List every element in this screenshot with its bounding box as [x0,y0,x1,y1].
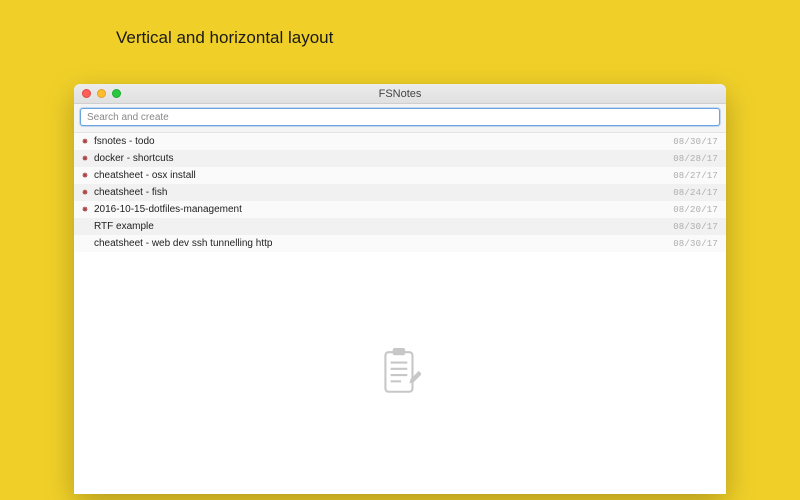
close-icon[interactable] [82,89,91,98]
zoom-icon[interactable] [112,89,121,98]
search-input[interactable]: Search and create [80,108,720,126]
app-window: FSNotes Search and create ✸ fsnotes - tod… [74,84,726,494]
list-item[interactable]: ✸ docker - shortcuts08/28/17 [74,150,726,167]
minimize-icon[interactable] [97,89,106,98]
pin-icon: ✸ [80,172,90,180]
note-title: cheatsheet - osx install [94,170,673,181]
titlebar[interactable]: FSNotes [74,84,726,104]
note-content-empty [74,252,726,494]
note-date: 08/24/17 [673,188,718,198]
note-title: cheatsheet - web dev ssh tunnelling http [94,238,673,249]
note-date: 08/30/17 [673,137,718,147]
window-title: FSNotes [379,88,422,100]
traffic-lights [82,89,121,98]
list-item[interactable]: ✸ fsnotes - todo08/30/17 [74,133,726,150]
note-date: 08/30/17 [673,239,718,249]
note-title: RTF example [94,221,673,232]
note-date: 08/27/17 [673,171,718,181]
note-title: docker - shortcuts [94,153,673,164]
note-date: 08/30/17 [673,222,718,232]
search-bar-container: Search and create [74,104,726,133]
page-heading: Vertical and horizontal layout [116,28,333,48]
note-date: 08/20/17 [673,205,718,215]
note-date: 08/28/17 [673,154,718,164]
pin-icon: ✸ [80,155,90,163]
note-title: fsnotes - todo [94,136,673,147]
pin-icon: ✸ [80,189,90,197]
list-item[interactable]: cheatsheet - web dev ssh tunnelling http… [74,235,726,252]
note-title: cheatsheet - fish [94,187,673,198]
clipboard-icon [379,348,421,398]
note-title: 2016-10-15-dotfiles-management [94,204,673,215]
list-item[interactable]: ✸ cheatsheet - osx install08/27/17 [74,167,726,184]
pin-icon: ✸ [80,206,90,214]
pin-icon: ✸ [80,138,90,146]
list-item[interactable]: RTF example08/30/17 [74,218,726,235]
note-list: ✸fsnotes - todo08/30/17✸docker - shortcu… [74,133,726,252]
list-item[interactable]: ✸ cheatsheet - fish08/24/17 [74,184,726,201]
list-item[interactable]: ✸ 2016-10-15-dotfiles-management08/20/17 [74,201,726,218]
